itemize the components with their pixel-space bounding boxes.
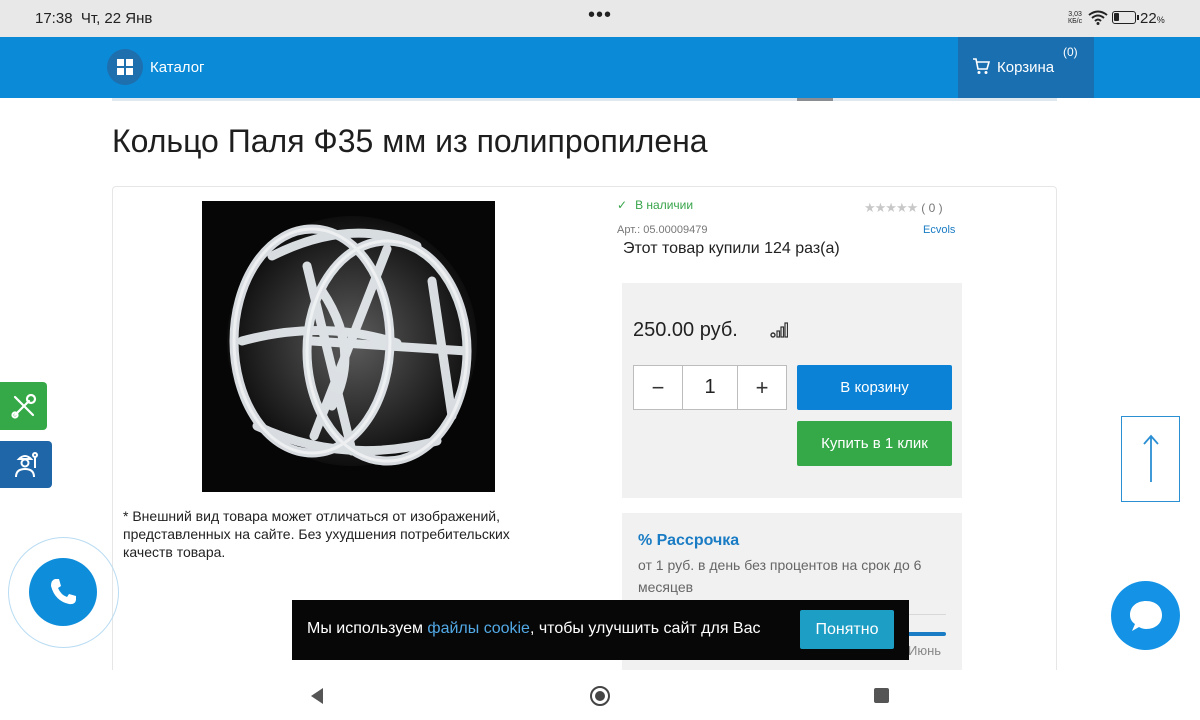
increase-button[interactable]: + [738, 366, 786, 409]
grid-icon [107, 49, 143, 85]
installment-description: от 1 руб. в день без процентов на срок д… [638, 557, 922, 595]
installment-progress [906, 632, 946, 636]
buy-one-click-button[interactable]: Купить в 1 клик [797, 421, 952, 466]
wrench-screwdriver-icon [10, 393, 36, 419]
tools-button[interactable] [0, 382, 47, 430]
battery-percent: 22% [1140, 10, 1165, 27]
article-number: Арт.: 05.00009479 [617, 224, 708, 236]
installment-title[interactable]: % Рассрочка [638, 532, 739, 550]
cart-button[interactable]: Корзина (0) [958, 37, 1094, 98]
pall-ring-illustration [227, 216, 477, 466]
cookie-banner: Мы используем файлы cookie, чтобы улучши… [292, 600, 909, 660]
back-icon[interactable] [309, 687, 325, 705]
battery-icon [1112, 11, 1139, 24]
chat-button[interactable] [1111, 581, 1180, 650]
worker-icon [15, 451, 38, 477]
check-icon: ✓ [617, 198, 628, 212]
wifi-icon [1088, 10, 1108, 25]
page-title: Кольцо Паля Ф35 мм из полипропилена [112, 123, 708, 159]
image-disclaimer: * Внешний вид товара может отличаться от… [123, 508, 510, 560]
status-time: 17:38 Чт, 22 Янв [35, 10, 153, 27]
callback-button[interactable] [29, 558, 97, 626]
stock-status: ✓ В наличии [617, 198, 694, 212]
quantity-input[interactable]: 1 [682, 366, 738, 409]
rating[interactable]: ★★★★★ ( 0 ) [864, 200, 943, 216]
product-image[interactable] [202, 201, 495, 492]
cart-label: Корзина [997, 59, 1055, 76]
more-dots-icon[interactable]: ••• [588, 4, 612, 27]
system-nav-bar [0, 670, 1200, 720]
home-icon[interactable] [590, 686, 610, 706]
rating-stars: ★★★★★ [864, 200, 918, 215]
phone-icon [51, 579, 76, 605]
cookie-accept-button[interactable]: Понятно [800, 610, 894, 649]
bar-chart-icon[interactable] [770, 322, 788, 338]
cart-icon [973, 58, 990, 74]
scroll-to-top-button[interactable] [1121, 416, 1180, 502]
decrease-button[interactable]: − [634, 366, 682, 409]
master-button[interactable] [0, 441, 52, 488]
installment-month: Июнь [908, 643, 942, 658]
cookie-text: Мы используем файлы cookie, чтобы улучши… [307, 620, 761, 637]
site-header: Каталог Корзина (0) [0, 37, 1200, 98]
add-to-cart-button[interactable]: В корзину [797, 365, 952, 410]
catalog-label: Каталог [150, 58, 205, 76]
status-bar: 17:38 Чт, 22 Янв ••• 3,03 КБ/с 22% [0, 0, 1200, 37]
brand-link[interactable]: Ecvols [923, 224, 955, 236]
net-speed: 3,03 КБ/с [1068, 11, 1083, 25]
recent-apps-icon[interactable] [874, 688, 889, 703]
price-box: 250.00 руб. − 1 + В корзину Купить в 1 к… [622, 283, 962, 498]
cookie-policy-link[interactable]: файлы cookie [427, 620, 530, 637]
rating-count: ( 0 ) [921, 201, 943, 215]
arrow-up-icon [1142, 434, 1159, 482]
quantity-stepper: − 1 + [633, 365, 787, 410]
catalog-button[interactable]: Каталог [107, 49, 205, 85]
price: 250.00 руб. [633, 319, 738, 341]
chat-bubble-icon [1129, 600, 1162, 631]
cart-count: (0) [1063, 45, 1078, 59]
header-divider-accent [797, 98, 833, 101]
purchase-count: Этот товар купили 124 раз(а) [623, 240, 840, 257]
header-divider [112, 98, 1057, 101]
